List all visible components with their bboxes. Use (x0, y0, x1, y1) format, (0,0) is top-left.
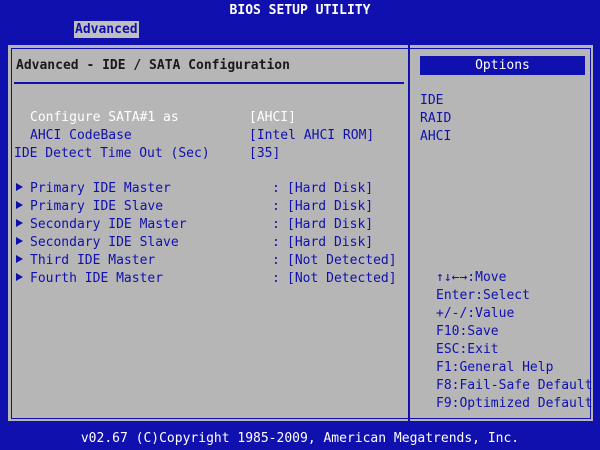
help-save: F10:Save (436, 324, 499, 339)
device-label: Primary IDE Slave (30, 199, 164, 214)
colon: : (272, 217, 280, 232)
options-header: Options (420, 56, 585, 75)
option-raid[interactable]: RAID (420, 110, 451, 128)
setting-label: Configure SATA#1 as (30, 110, 179, 125)
device-secondary-ide-slave[interactable]: Secondary IDE Slave : [Hard Disk] (8, 234, 408, 252)
submenu-arrow-icon (16, 255, 23, 263)
help-fail-safe-defaults: F8:Fail-Safe Defaults (436, 378, 600, 393)
device-label-wrap: Secondary IDE Slave (16, 234, 179, 252)
device-value: [Hard Disk] (287, 181, 374, 196)
device-label-wrap: Fourth IDE Master (16, 270, 163, 288)
help-optimized-defaults: F9:Optimized Defaults (436, 396, 600, 411)
setting-ahci-codebase[interactable]: AHCI CodeBase [Intel AHCI ROM] (8, 127, 408, 145)
submenu-arrow-icon (16, 237, 23, 245)
colon: : (272, 235, 280, 250)
device-value: [Not Detected] (287, 253, 397, 268)
colon: : (272, 181, 280, 196)
copyright-footer: v02.67 (C)Copyright 1985-2009, American … (80, 431, 520, 446)
device-label: Third IDE Master (30, 253, 156, 268)
device-value: [Not Detected] (287, 271, 397, 286)
device-fourth-ide-master[interactable]: Fourth IDE Master : [Not Detected] (8, 270, 408, 288)
device-primary-ide-master[interactable]: Primary IDE Master : [Hard Disk] (8, 180, 408, 198)
option-ide[interactable]: IDE (420, 92, 443, 110)
device-value: [Hard Disk] (287, 199, 374, 214)
section-divider (14, 82, 404, 84)
setting-label: AHCI CodeBase (30, 128, 132, 143)
main-panel: Advanced - IDE / SATA Configuration Conf… (6, 43, 600, 423)
setting-label: IDE Detect Time Out (Sec) (14, 146, 210, 161)
option-ahci[interactable]: AHCI (420, 128, 451, 146)
device-value: [Hard Disk] (287, 217, 374, 232)
help-select: Enter:Select (436, 288, 530, 303)
setting-value[interactable]: [Intel AHCI ROM] (249, 127, 374, 145)
submenu-arrow-icon (16, 183, 23, 191)
device-label: Fourth IDE Master (30, 271, 164, 286)
section-title: Advanced - IDE / SATA Configuration (16, 58, 290, 73)
device-label-wrap: Primary IDE Slave (16, 198, 163, 216)
device-primary-ide-slave[interactable]: Primary IDE Slave : [Hard Disk] (8, 198, 408, 216)
help-value: +/-/:Value (436, 306, 515, 321)
device-label: Secondary IDE Master (30, 217, 187, 232)
window-title: BIOS SETUP UTILITY (229, 3, 371, 18)
panel-separator (408, 45, 410, 421)
colon: : (272, 199, 280, 214)
device-value: [Hard Disk] (287, 235, 374, 250)
setting-configure-sata[interactable]: Configure SATA#1 as [AHCI] (8, 109, 408, 127)
setting-value[interactable]: [AHCI] (249, 109, 296, 127)
submenu-arrow-icon (16, 219, 23, 227)
colon: : (272, 271, 280, 286)
help-general-help: F1:General Help (436, 360, 554, 375)
submenu-arrow-icon (16, 273, 23, 281)
submenu-arrow-icon (16, 201, 23, 209)
help-move: ↑↓←→:Move (436, 270, 507, 285)
device-third-ide-master[interactable]: Third IDE Master : [Not Detected] (8, 252, 408, 270)
tab-advanced[interactable]: Advanced (74, 21, 139, 38)
device-label-wrap: Primary IDE Master (16, 180, 171, 198)
device-label-wrap: Third IDE Master (16, 252, 155, 270)
colon: : (272, 253, 280, 268)
device-label-wrap: Secondary IDE Master (16, 216, 187, 234)
setting-value[interactable]: [35] (249, 145, 280, 163)
setting-ide-detect-timeout[interactable]: IDE Detect Time Out (Sec) [35] (8, 145, 408, 163)
device-label: Secondary IDE Slave (30, 235, 179, 250)
device-secondary-ide-master[interactable]: Secondary IDE Master : [Hard Disk] (8, 216, 408, 234)
help-exit: ESC:Exit (436, 342, 499, 357)
device-label: Primary IDE Master (30, 181, 171, 196)
